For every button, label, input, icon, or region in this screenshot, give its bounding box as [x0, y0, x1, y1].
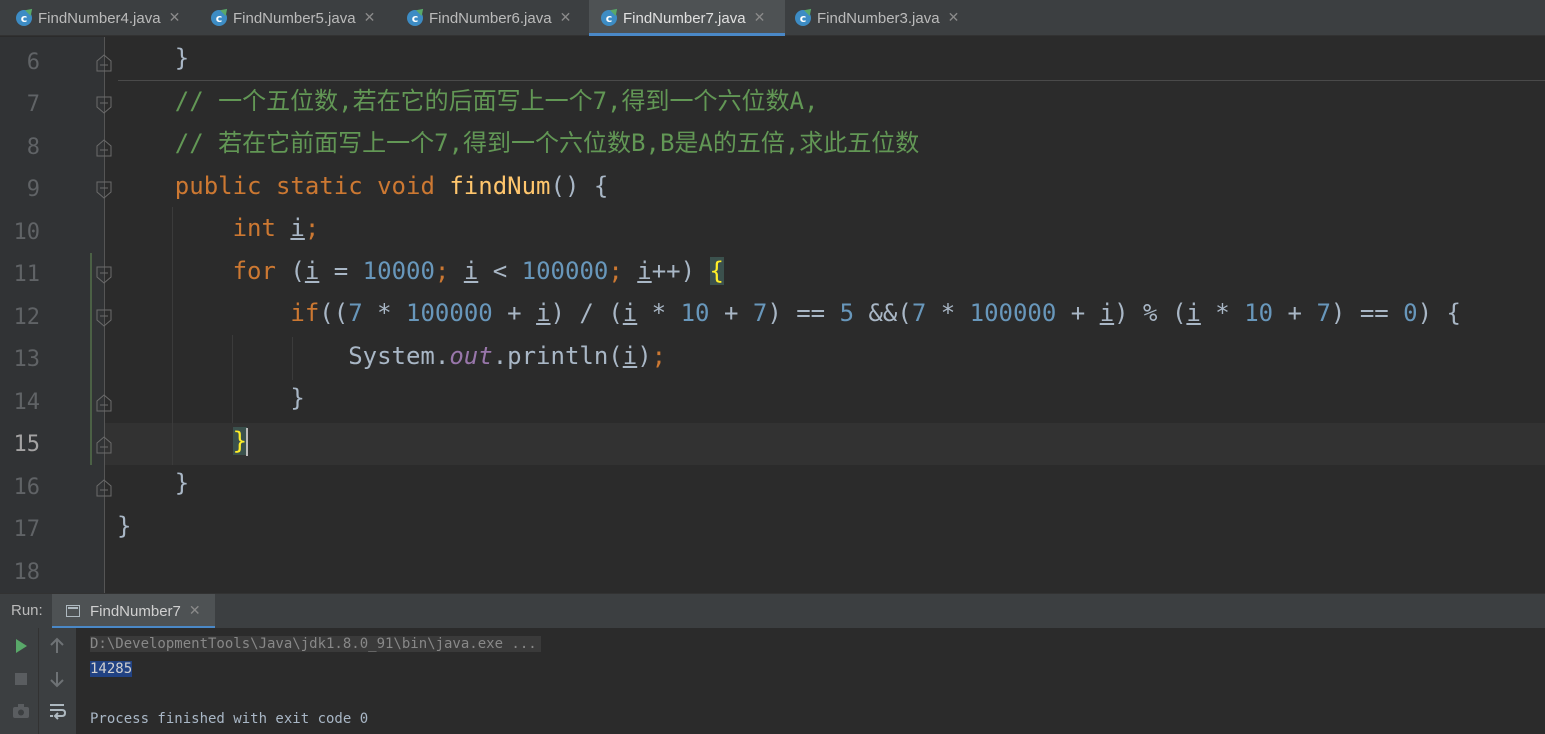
close-icon[interactable]: ✕ [754, 10, 766, 26]
run-icon[interactable] [11, 636, 31, 656]
java-class-icon: c [16, 10, 32, 26]
tab-label: FindNumber7.java [623, 9, 746, 27]
run-tab-findnumber7[interactable]: FindNumber7 ✕ [52, 594, 215, 628]
line-number: 6 [26, 50, 40, 75]
java-class-icon: c [601, 10, 617, 26]
line-number: 12 [13, 305, 41, 330]
up-arrow-icon[interactable] [47, 636, 67, 656]
camera-icon[interactable] [11, 701, 31, 721]
editor-tab-bar: c FindNumber4.java ✕ c FindNumber5.java … [0, 0, 1545, 36]
tab-findnumber4[interactable]: c FindNumber4.java ✕ [0, 0, 197, 36]
fold-marker-icon[interactable] [95, 139, 113, 157]
close-icon[interactable]: ✕ [189, 603, 201, 619]
stop-icon[interactable] [11, 669, 31, 689]
close-icon[interactable]: ✕ [560, 10, 572, 26]
code-line: } [117, 469, 190, 497]
fold-marker-icon[interactable] [95, 309, 113, 327]
fold-marker-icon[interactable] [95, 394, 113, 412]
close-icon[interactable]: ✕ [169, 10, 181, 26]
down-arrow-icon[interactable] [47, 669, 67, 689]
soft-wrap-icon[interactable] [47, 701, 67, 721]
vcs-change-marker [90, 253, 92, 465]
code-line: if((7 * 100000 + i) / (i * 10 + 7) == 5 … [290, 299, 1461, 327]
code-line: System.out.println(i); [117, 341, 667, 370]
java-class-icon: c [795, 10, 811, 26]
code-line: int i; [232, 214, 320, 242]
tab-findnumber6[interactable]: c FindNumber6.java ✕ [393, 0, 589, 36]
code-line: } [117, 511, 132, 540]
line-number: 14 [13, 390, 41, 415]
java-class-icon: c [211, 10, 227, 26]
line-number: 18 [13, 560, 41, 585]
fold-marker-icon[interactable] [95, 266, 113, 284]
run-toolbar [0, 628, 76, 734]
fold-marker-icon[interactable] [95, 479, 113, 497]
code-line: for (i = 10000; i < 100000; i++) { [232, 256, 724, 285]
tab-findnumber5[interactable]: c FindNumber5.java ✕ [197, 0, 393, 36]
console-output[interactable]: D:\DevelopmentTools\Java\jdk1.8.0_91\bin… [90, 632, 541, 732]
code-line: } [232, 426, 249, 456]
fold-marker-icon[interactable] [95, 54, 113, 72]
console-command-line: D:\DevelopmentTools\Java\jdk1.8.0_91\bin… [90, 636, 541, 652]
code-editor[interactable]: 6 7 8 9 10 11 12 13 14 15 16 17 18 } // … [0, 37, 1545, 593]
line-number: 13 [13, 347, 41, 372]
fold-marker-icon[interactable] [95, 436, 113, 454]
run-label: Run: [11, 602, 43, 619]
java-class-icon: c [407, 10, 423, 26]
console-output-value: 14285 [90, 661, 133, 677]
code-text[interactable]: } // 一个五位数,若在它的后面写上一个7,得到一个六位数A, // 若在它前… [117, 37, 1461, 590]
tab-label: FindNumber5.java [233, 9, 356, 27]
console-exit-message: Process finished with exit code 0 [90, 711, 369, 727]
fold-marker-icon[interactable] [95, 181, 113, 199]
run-tab-label: FindNumber7 [90, 602, 181, 620]
fold-marker-icon[interactable] [95, 96, 113, 114]
code-line: } [117, 44, 190, 72]
line-number-current: 15 [13, 432, 41, 457]
code-line: } [117, 384, 305, 412]
line-number: 11 [13, 262, 41, 287]
tab-label: FindNumber4.java [38, 9, 161, 27]
close-icon[interactable]: ✕ [364, 10, 376, 26]
code-line: public static void findNum() { [174, 171, 609, 200]
line-number: 7 [26, 92, 40, 117]
run-tool-window: Run: FindNumber7 ✕ D:\DevelopmentTools\J… [0, 593, 1545, 734]
close-icon[interactable]: ✕ [948, 10, 960, 26]
tab-findnumber3[interactable]: c FindNumber3.java ✕ [785, 0, 981, 36]
line-number: 10 [13, 220, 41, 245]
line-number: 8 [26, 135, 40, 160]
code-line: // 一个五位数,若在它的后面写上一个7,得到一个六位数A, [174, 86, 819, 115]
line-number: 17 [13, 517, 41, 542]
line-number: 16 [13, 475, 41, 500]
tab-findnumber7[interactable]: c FindNumber7.java ✕ [589, 0, 785, 36]
run-tool-header: Run: FindNumber7 ✕ [0, 594, 1545, 628]
tab-label: FindNumber6.java [429, 9, 552, 27]
console-icon [66, 605, 80, 617]
tab-label: FindNumber3.java [817, 9, 940, 27]
line-number: 9 [26, 177, 40, 202]
code-line: // 若在它前面写上一个7,得到一个六位数B,B是A的五倍,求此五位数 [174, 129, 920, 157]
